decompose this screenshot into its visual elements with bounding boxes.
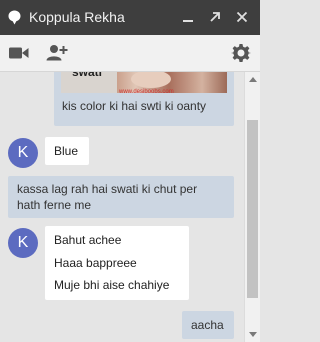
- message-text: kis color ki hai swti ki oanty: [62, 99, 207, 113]
- chat-toolbar: [0, 35, 260, 72]
- outgoing-message[interactable]: kassa lag rah hai swati ki chut per hath…: [8, 176, 234, 218]
- outgoing-message[interactable]: aacha: [182, 311, 234, 339]
- incoming-message[interactable]: Blue: [45, 137, 89, 165]
- message-text: Bahut achee: [54, 233, 122, 247]
- image-overlay-text: swati: [72, 72, 103, 79]
- window-title: Koppula Rekha: [29, 9, 125, 25]
- scrollbar-thumb[interactable]: [247, 120, 258, 298]
- gear-icon[interactable]: [231, 43, 251, 63]
- image-watermark: www.desiboobs.com: [119, 89, 174, 93]
- image-message[interactable]: swati www.desiboobs.com kis color ki hai…: [54, 72, 234, 126]
- message-list[interactable]: swati www.desiboobs.com kis color ki hai…: [0, 72, 244, 342]
- avatar-letter: K: [17, 144, 29, 161]
- message-text: Blue: [54, 144, 79, 158]
- scroll-up-icon[interactable]: [249, 77, 257, 82]
- popout-icon[interactable]: [207, 9, 223, 25]
- avatar[interactable]: K: [8, 228, 38, 258]
- scroll-down-icon[interactable]: [249, 332, 257, 337]
- incoming-message[interactable]: Bahut achee Haaa bappreee Muje bhi aise …: [45, 226, 189, 300]
- message-text: aacha: [191, 318, 224, 332]
- chat-window-header: Koppula Rekha: [0, 0, 260, 35]
- close-icon[interactable]: [234, 9, 250, 25]
- shared-image[interactable]: swati www.desiboobs.com: [61, 72, 227, 93]
- message-text: Haaa bappreee: [54, 256, 137, 270]
- add-person-icon[interactable]: [46, 44, 68, 61]
- message-text: hath ferne me: [17, 198, 92, 212]
- message-text: Muje bhi aise chahiye: [54, 278, 170, 292]
- message-text: kassa lag rah hai swati ki chut per: [17, 182, 198, 196]
- chat-bubble-icon: [8, 10, 21, 25]
- video-icon[interactable]: [9, 47, 29, 59]
- minimize-icon[interactable]: [180, 9, 196, 25]
- avatar[interactable]: K: [8, 138, 38, 168]
- avatar-letter: K: [17, 234, 29, 251]
- chat-scrollbar[interactable]: [244, 72, 260, 342]
